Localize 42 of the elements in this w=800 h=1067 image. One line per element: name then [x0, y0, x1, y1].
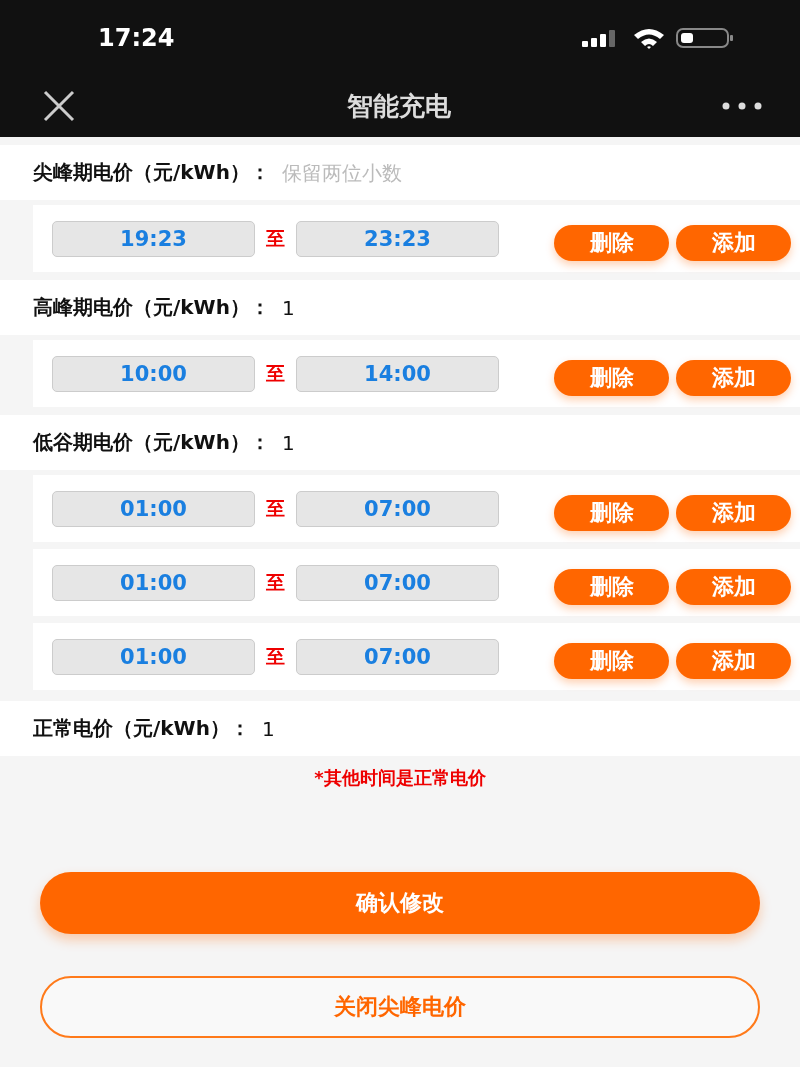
start-time-field[interactable]: 01:00 — [52, 490, 255, 527]
end-time-field[interactable]: 14:00 — [296, 355, 499, 392]
end-time-field[interactable]: 07:00 — [296, 490, 499, 527]
end-time-field[interactable]: 23:23 — [296, 220, 499, 257]
delete-button[interactable]: 删除 — [554, 224, 669, 261]
price-input[interactable]: 1 — [281, 295, 582, 320]
close-peak-button[interactable]: 关闭尖峰电价 — [40, 976, 760, 1038]
price-input[interactable]: 保留两位小数 — [281, 160, 582, 185]
page-title: 智能充电 — [347, 89, 451, 123]
range-separator: 至 — [265, 569, 286, 595]
range-separator: 至 — [265, 495, 286, 521]
wifi-icon — [632, 26, 666, 49]
start-time-field[interactable]: 01:00 — [52, 638, 255, 675]
add-button[interactable]: 添加 — [676, 642, 791, 679]
range-separator: 至 — [265, 643, 286, 669]
add-button[interactable]: 添加 — [676, 568, 791, 605]
start-time-field[interactable]: 19:23 — [52, 220, 255, 257]
start-time-field[interactable]: 10:00 — [52, 355, 255, 392]
range-separator: 至 — [265, 360, 286, 386]
confirm-button[interactable]: 确认修改 — [40, 872, 760, 934]
battery-icon — [676, 26, 734, 49]
add-button[interactable]: 添加 — [676, 359, 791, 396]
more-icon[interactable] — [722, 102, 762, 110]
end-time-field[interactable]: 07:00 — [296, 564, 499, 601]
price-input[interactable]: 1 — [261, 716, 562, 741]
range-separator: 至 — [265, 225, 286, 251]
add-button[interactable]: 添加 — [676, 224, 791, 261]
delete-button[interactable]: 删除 — [554, 642, 669, 679]
add-button[interactable]: 添加 — [676, 494, 791, 531]
price-label: 低谷期电价（元/kWh）： — [33, 429, 270, 456]
delete-button[interactable]: 删除 — [554, 568, 669, 605]
price-label: 高峰期电价（元/kWh）： — [33, 294, 270, 321]
status-time: 17:24 — [98, 23, 175, 52]
end-time-field[interactable]: 07:00 — [296, 638, 499, 675]
note-text: *其他时间是正常电价 — [313, 766, 487, 790]
close-icon[interactable] — [42, 89, 76, 123]
delete-button[interactable]: 删除 — [554, 359, 669, 396]
price-label: 尖峰期电价（元/kWh）： — [33, 159, 270, 186]
price-input[interactable]: 1 — [281, 430, 582, 455]
delete-button[interactable]: 删除 — [554, 494, 669, 531]
price-label: 正常电价（元/kWh）： — [33, 715, 250, 742]
start-time-field[interactable]: 01:00 — [52, 564, 255, 601]
